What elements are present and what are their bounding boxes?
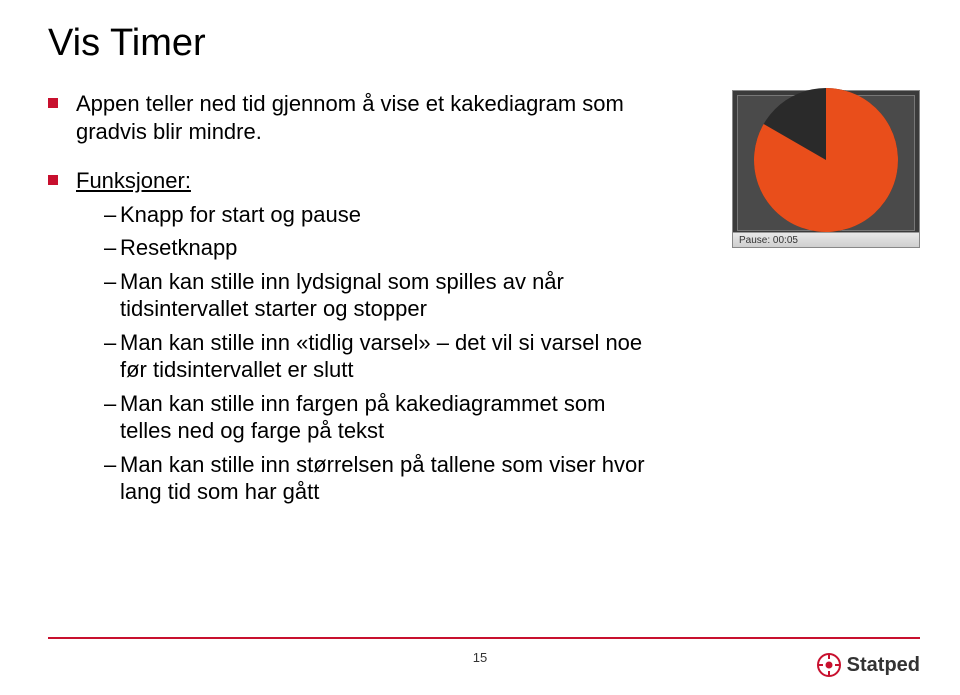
bullet-level1: Appen teller ned tid gjennom å vise et k…: [48, 90, 648, 145]
dash-icon: –: [104, 390, 120, 445]
status-label: Pause:: [739, 235, 770, 246]
timer-status-bar: Pause: 00:05: [733, 232, 919, 247]
bullet-level1: Funksjoner: – Knapp for start og pause –…: [48, 167, 648, 512]
pie-chart-icon: [751, 85, 901, 235]
sub-bullet-text: Knapp for start og pause: [120, 201, 361, 229]
slide: Vis Timer Appen teller ned tid gjennom å…: [0, 0, 960, 695]
bullet-level2: – Man kan stille inn «tidlig varsel» – d…: [104, 329, 648, 384]
sub-list: – Knapp for start og pause – Resetknapp …: [104, 201, 648, 506]
dash-icon: –: [104, 268, 120, 323]
dash-icon: –: [104, 329, 120, 384]
dash-icon: –: [104, 201, 120, 229]
bullet-level2: – Man kan stille inn lydsignal som spill…: [104, 268, 648, 323]
logo-icon: [817, 653, 841, 677]
timer-widget-inner: [737, 95, 915, 231]
bullet-text: Funksjoner:: [76, 168, 191, 193]
bullet-text: Appen teller ned tid gjennom å vise et k…: [76, 90, 648, 145]
sub-bullet-text: Man kan stille inn fargen på kakediagram…: [120, 390, 648, 445]
sub-bullet-text: Resetknapp: [120, 234, 237, 262]
bullet-square-icon: [48, 175, 58, 185]
brand-logo: Statped: [817, 653, 920, 677]
bullet-square-icon: [48, 98, 58, 108]
body-content: Appen teller ned tid gjennom å vise et k…: [48, 90, 648, 534]
footer-divider: [48, 637, 920, 639]
sub-bullet-text: Man kan stille inn størrelsen på tallene…: [120, 451, 648, 506]
bullet-level2: – Resetknapp: [104, 234, 648, 262]
sub-bullet-text: Man kan stille inn «tidlig varsel» – det…: [120, 329, 648, 384]
bullet-level2: – Man kan stille inn fargen på kakediagr…: [104, 390, 648, 445]
timer-widget: Pause: 00:05: [732, 90, 920, 248]
brand-name: Statped: [847, 654, 920, 677]
sub-bullet-text: Man kan stille inn lydsignal som spilles…: [120, 268, 648, 323]
bullet-level2: – Knapp for start og pause: [104, 201, 648, 229]
dash-icon: –: [104, 451, 120, 506]
dash-icon: –: [104, 234, 120, 262]
status-time: 00:05: [773, 235, 798, 246]
page-title: Vis Timer: [48, 22, 206, 65]
bullet-level2: – Man kan stille inn størrelsen på talle…: [104, 451, 648, 506]
